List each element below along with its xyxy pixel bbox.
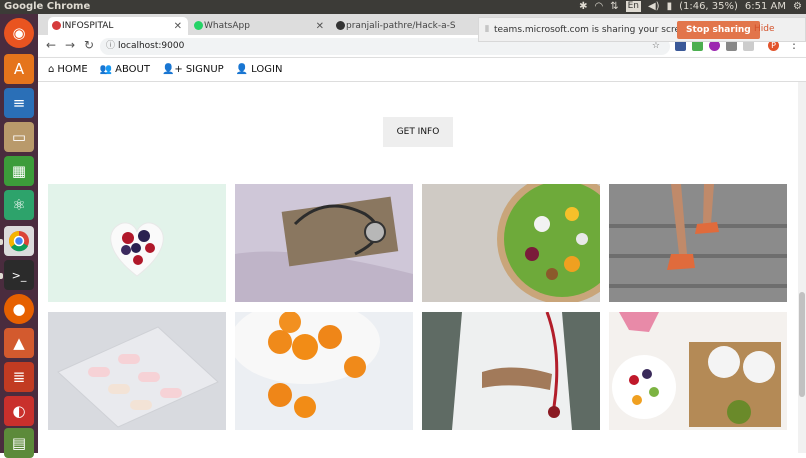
drag-handle-icon[interactable]: ⦀: [485, 25, 489, 35]
user-plus-icon: 👤+: [161, 64, 183, 75]
green-app-icon[interactable]: ▤: [4, 428, 34, 458]
running-indicator: [0, 239, 3, 245]
tab-whatsapp[interactable]: WhatsApp ✕: [190, 17, 330, 35]
wifi-icon[interactable]: ◠: [594, 1, 603, 12]
terminal-icon[interactable]: >_: [4, 260, 34, 290]
photo-heart-berries: [48, 184, 226, 302]
photo-breakfast-spread: [609, 312, 787, 430]
hide-button[interactable]: Hide: [754, 24, 775, 34]
photo-oranges: [235, 312, 413, 430]
firefox-icon[interactable]: ●: [4, 294, 34, 324]
nav-about-label: ABOUT: [115, 64, 150, 75]
photo-pill-blister: [48, 312, 226, 430]
tab-label: pranjali-pathre/Hack-a-S: [346, 21, 456, 31]
page-scrollbar[interactable]: [798, 82, 806, 453]
clock[interactable]: 6:51 AM: [745, 1, 786, 12]
system-top-panel: Google Chrome ✱ ◠ ⇅ En ◀) ▮ (1:46, 35%) …: [0, 0, 806, 14]
site-navbar: ⌂ HOME 👥 ABOUT 👤+ SIGNUP 👤 LOGIN: [38, 58, 806, 82]
active-app-name: Google Chrome: [4, 1, 91, 12]
reload-icon[interactable]: ↻: [84, 38, 94, 52]
close-tab-icon[interactable]: ✕: [316, 21, 324, 32]
nav-signup[interactable]: 👤+ SIGNUP: [162, 64, 224, 75]
language-indicator[interactable]: En: [625, 1, 641, 12]
nav-home-label: HOME: [57, 64, 88, 75]
battery-status[interactable]: (1:46, 35%): [679, 1, 738, 12]
scrollbar-thumb[interactable]: [799, 292, 805, 397]
nav-about[interactable]: 👥 ABOUT: [100, 64, 150, 75]
get-info-button[interactable]: GET INFO: [383, 117, 453, 147]
ubuntu-dash-icon[interactable]: ◉: [4, 18, 34, 48]
forward-icon[interactable]: →: [65, 38, 75, 52]
nav-login[interactable]: 👤 LOGIN: [236, 64, 283, 75]
network-icon[interactable]: ⇅: [610, 1, 618, 12]
system-tray: ✱ ◠ ⇅ En ◀) ▮ (1:46, 35%) 6:51 AM ⚙: [579, 1, 802, 12]
calc-icon[interactable]: ▦: [4, 156, 34, 186]
github-favicon-icon: [336, 21, 345, 30]
infospital-favicon-icon: [52, 21, 61, 30]
file-manager-icon[interactable]: ▭: [4, 122, 34, 152]
close-tab-icon[interactable]: ✕: [174, 21, 182, 32]
battery-icon[interactable]: ▮: [667, 1, 673, 12]
home-icon: ⌂: [48, 64, 55, 75]
screen-share-notice: ⦀ teams.microsoft.com is sharing your sc…: [478, 17, 806, 42]
stop-sharing-button[interactable]: Stop sharing: [677, 21, 760, 39]
photo-salad-bowl: [422, 184, 600, 302]
tab-github[interactable]: pranjali-pathre/Hack-a-S: [332, 17, 472, 35]
share-notice-text: teams.microsoft.com is sharing your scre…: [493, 24, 695, 35]
chrome-icon[interactable]: [4, 226, 34, 256]
volume-icon[interactable]: ◀): [648, 1, 660, 12]
info-icon[interactable]: ⓘ: [106, 38, 115, 55]
tab-label: INFOSPITAL: [62, 21, 114, 31]
stacked-app-icon[interactable]: ≣: [4, 362, 34, 392]
photo-doctor-coat: [422, 312, 600, 430]
running-indicator: [0, 273, 3, 279]
matlab-icon[interactable]: ▲: [4, 328, 34, 358]
writer-icon[interactable]: ≡: [4, 88, 34, 118]
ubuntu-launcher: ◉ A ≡ ▭ ▦ ⚛ >_ ● ▲ ≣ ◐ ▤: [0, 14, 38, 458]
settings-gear-icon[interactable]: ⚙: [793, 1, 802, 12]
user-icon: 👤: [235, 64, 249, 75]
nav-home[interactable]: ⌂ HOME: [48, 64, 88, 75]
software-center-icon[interactable]: A: [4, 54, 34, 84]
whatsapp-favicon-icon: [194, 21, 203, 30]
bluetooth-icon[interactable]: ✱: [579, 1, 587, 12]
back-icon[interactable]: ←: [46, 38, 56, 52]
atom-icon[interactable]: ⚛: [4, 190, 34, 220]
url-text: localhost:9000: [118, 41, 185, 51]
tab-infospital[interactable]: INFOSPITAL ✕: [48, 17, 188, 35]
red-app-icon[interactable]: ◐: [4, 396, 34, 426]
users-icon: 👥: [99, 64, 113, 75]
page-content: GET INFO: [38, 82, 798, 453]
nav-login-label: LOGIN: [251, 64, 283, 75]
photo-stethoscope: [235, 184, 413, 302]
photo-running-stairs: [609, 184, 787, 302]
nav-signup-label: SIGNUP: [185, 64, 224, 75]
tab-label: WhatsApp: [204, 21, 250, 31]
